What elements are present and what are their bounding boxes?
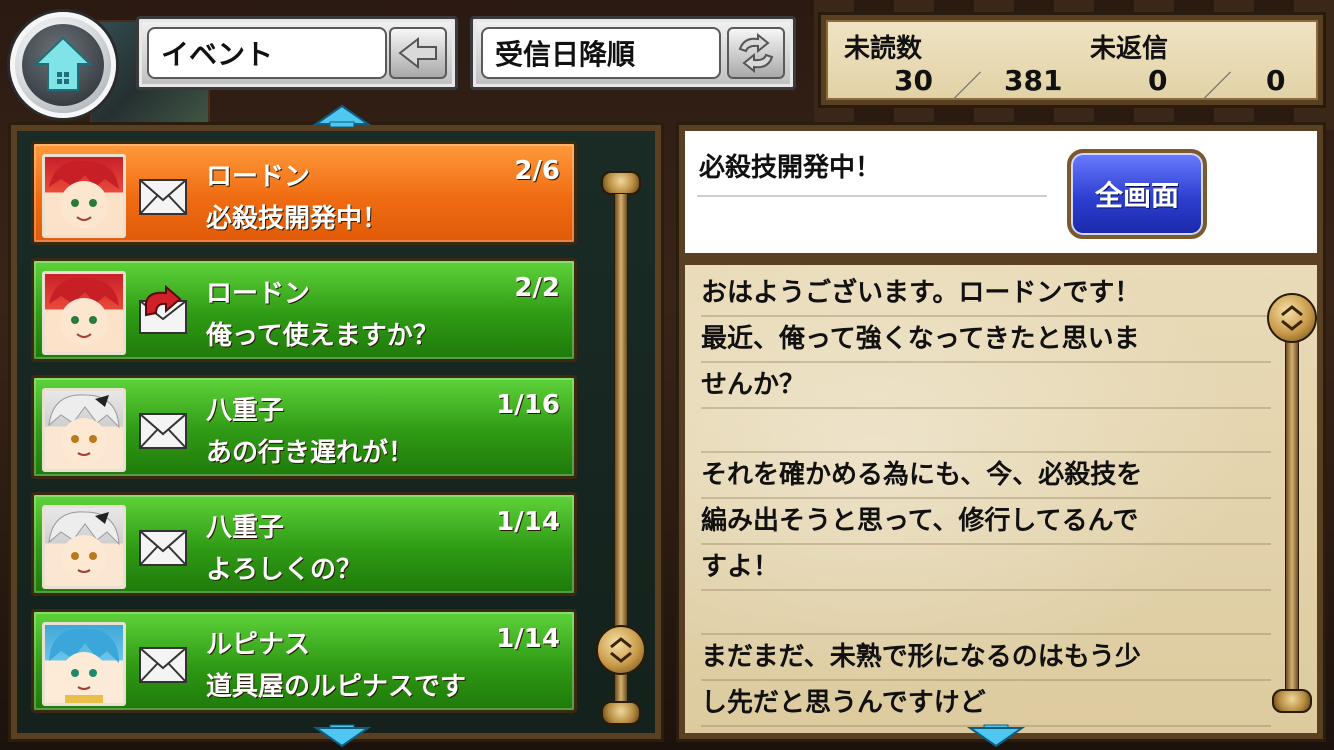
chevrons-updown-icon	[1281, 305, 1303, 331]
mail-icon	[138, 168, 188, 224]
message-body: おはようございます。ロードンです！ 最近、俺って強くなってきたと思いま せんか？…	[685, 265, 1317, 733]
message-sender: 八重子	[206, 513, 285, 543]
unread-count: 30	[894, 64, 933, 97]
message-body-text: おはようございます。ロードンです！ 最近、俺って強くなってきたと思いま せんか？…	[701, 271, 1271, 727]
body-line	[701, 409, 1271, 453]
category-box: イベント	[136, 16, 458, 90]
message-count: 2/6	[514, 156, 560, 186]
home-button[interactable]	[10, 12, 116, 118]
title-underline	[697, 195, 1047, 197]
chevrons-updown-icon	[610, 637, 632, 663]
reply-mail-icon	[138, 284, 188, 341]
message-detail-panel: 必殺技開発中！ 全画面 おはようございます。ロードンです！ 最近、俺って強くなっ…	[676, 122, 1326, 742]
unreplied-separator: ／	[1202, 70, 1232, 105]
message-item[interactable]: 八重子 1/16 あの行き遅れが！	[31, 375, 577, 479]
total-count: 381	[1004, 64, 1063, 97]
message-subject: あの行き遅れが！	[206, 438, 415, 468]
character-portrait-icon	[49, 628, 119, 703]
body-scroll-down-arrow-icon[interactable]	[966, 724, 1026, 748]
message-subject: 必殺技開発中！	[206, 204, 389, 234]
toggle-sort-button[interactable]	[727, 27, 785, 79]
character-portrait-icon	[48, 394, 120, 464]
message-body-scroll-thumb[interactable]	[1267, 293, 1317, 343]
mail-counters: 未読数 未返信 30 ／ 381 0 ／ 0	[818, 12, 1326, 108]
message-subject: 俺って使えますか？	[206, 321, 439, 351]
message-body-scrollbar[interactable]	[1285, 323, 1299, 703]
scroll-bottom-cap	[601, 701, 641, 725]
character-portrait-icon	[49, 160, 119, 229]
mail-icon	[138, 519, 188, 575]
sort-select[interactable]: 受信日降順	[481, 27, 721, 79]
avatar	[42, 505, 126, 589]
message-count: 1/16	[496, 390, 560, 420]
avatar	[42, 388, 126, 472]
sort-box: 受信日降順	[470, 16, 796, 90]
message-count: 2/2	[514, 273, 560, 303]
message-sender: 八重子	[206, 396, 285, 426]
home-button-inner	[22, 24, 104, 106]
body-line: し先だと思うんですけど	[701, 681, 1271, 727]
message-title-box: 必殺技開発中！ 全画面	[685, 131, 1317, 257]
message-count: 1/14	[496, 507, 560, 537]
back-button[interactable]	[389, 27, 447, 79]
message-sender: ルピナス	[206, 630, 311, 660]
character-portrait-icon	[49, 277, 119, 346]
character-portrait-icon	[48, 511, 120, 581]
message-item[interactable]: ロードン 2/2 俺って使えますか？	[31, 258, 577, 362]
mail-counters-inner: 未読数 未返信 30 ／ 381 0 ／ 0	[826, 20, 1318, 105]
message-item[interactable]: ルピナス 1/14 道具屋のルピナスです	[31, 609, 577, 713]
unread-label: 未読数	[844, 34, 923, 64]
mail-icon	[138, 636, 188, 692]
refresh-icon	[738, 33, 774, 73]
scroll-top-cap	[601, 171, 641, 195]
message-subject: 道具屋のルピナスです	[206, 672, 467, 702]
mail-icon	[138, 402, 188, 458]
home-icon	[33, 36, 93, 91]
body-line: 編み出そうと思って、修行してるんで	[701, 499, 1271, 545]
message-list: ロードン 2/6 必殺技開発中！ ロードン 2/2 俺って使えますか？ 八重子 …	[17, 131, 655, 733]
message-count: 1/14	[496, 624, 560, 654]
body-line: おはようございます。ロードンです！	[701, 271, 1271, 317]
body-line: せんか？	[701, 363, 1271, 409]
message-sender: ロードン	[206, 279, 311, 309]
body-line: すよ！	[701, 545, 1271, 591]
body-line	[701, 591, 1271, 635]
message-item[interactable]: 八重子 1/14 よろしくの？	[31, 492, 577, 596]
avatar	[42, 622, 126, 706]
list-scroll-up-arrow-icon[interactable]	[312, 104, 372, 128]
message-item[interactable]: ロードン 2/6 必殺技開発中！	[31, 141, 577, 245]
message-list-panel: ロードン 2/6 必殺技開発中！ ロードン 2/2 俺って使えますか？ 八重子 …	[8, 122, 664, 742]
unread-separator: ／	[952, 70, 982, 105]
message-list-scroll-thumb[interactable]	[596, 625, 646, 675]
body-line: まだまだ、未熟で形になるのはもう少	[701, 635, 1271, 681]
message-subject: よろしくの？	[206, 555, 363, 585]
list-scroll-down-arrow-icon[interactable]	[312, 724, 372, 748]
avatar	[42, 271, 126, 355]
body-line: それを確かめる為にも、今、必殺技を	[701, 453, 1271, 499]
message-sender: ロードン	[206, 162, 311, 192]
avatar	[42, 154, 126, 238]
fullscreen-button[interactable]: 全画面	[1067, 149, 1207, 239]
body-line: 最近、俺って強くなってきたと思いま	[701, 317, 1271, 363]
arrow-left-icon	[398, 36, 437, 70]
message-title: 必殺技開発中！	[699, 153, 882, 183]
category-select[interactable]: イベント	[147, 27, 387, 79]
unreplied-label: 未返信	[1090, 34, 1169, 64]
unreplied-count: 0	[1148, 64, 1168, 97]
unreplied-total-count: 0	[1266, 64, 1286, 97]
scroll-bottom-cap	[1272, 689, 1312, 713]
